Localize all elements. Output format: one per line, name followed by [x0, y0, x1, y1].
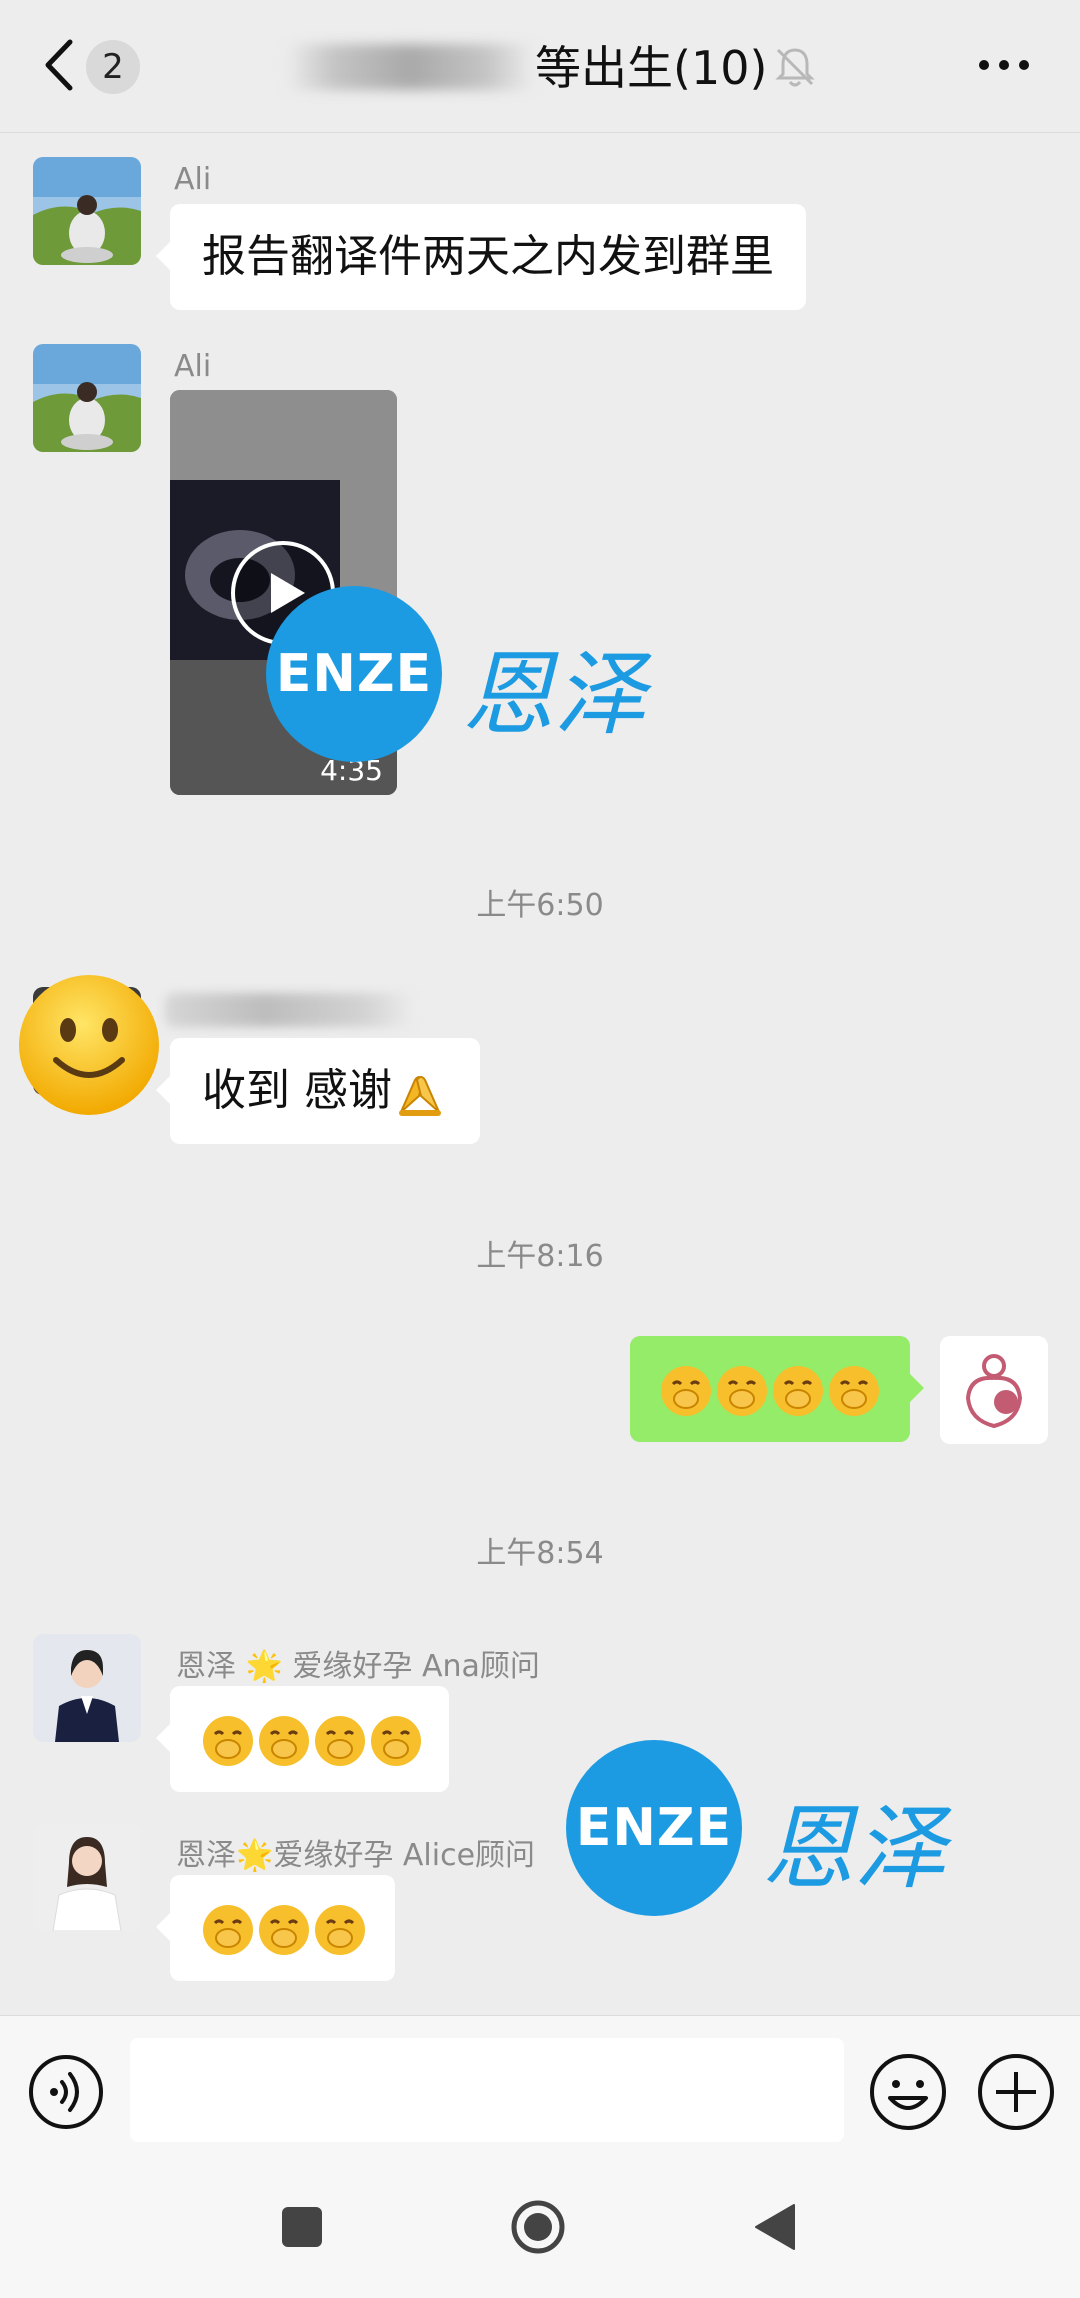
plus-icon[interactable]	[976, 2052, 1056, 2132]
redacted-sender-name	[165, 993, 415, 1027]
hush-emoji-icon	[259, 1716, 309, 1766]
avatar[interactable]	[33, 344, 141, 452]
recents-square-icon[interactable]	[280, 2205, 324, 2249]
enze-watermark: ENZE 恩泽	[566, 1740, 986, 1916]
more-dots-icon[interactable]	[974, 40, 1034, 90]
sender-name: 恩泽 🌟 爱缘好孕 Ana顾问	[176, 1649, 540, 1684]
sender-name: 恩泽🌟爱缘好孕 Alice顾问	[176, 1838, 536, 1873]
hush-emoji-icon	[315, 1905, 365, 1955]
enze-brand-text: 恩泽	[462, 641, 647, 748]
input-bar	[0, 2015, 1080, 2156]
system-nav-bar	[0, 2155, 1080, 2298]
enze-logo-circle: ENZE	[566, 1740, 742, 1916]
avatar-portrait	[33, 1823, 141, 1931]
avatar[interactable]	[33, 1634, 141, 1742]
hush-emoji-icon	[259, 1905, 309, 1955]
own-emoji-message[interactable]	[630, 1336, 924, 1442]
hush-emoji-icon	[661, 1366, 711, 1416]
hush-emoji-icon	[371, 1716, 421, 1766]
text-message[interactable]: 收到 感谢	[156, 1038, 480, 1144]
avatar-landscape	[33, 344, 141, 452]
unread-count-badge[interactable]: 2	[86, 40, 140, 94]
mother-baby-logo-icon	[965, 1354, 1023, 1429]
voice-icon[interactable]	[28, 2054, 104, 2130]
hush-emoji-icon	[717, 1366, 767, 1416]
own-avatar[interactable]	[940, 1336, 1048, 1444]
enze-watermark: ENZE 恩泽	[266, 586, 686, 762]
back-chevron-icon[interactable]	[36, 34, 86, 96]
avatar[interactable]	[33, 1823, 141, 1931]
chat-title: 等出生(10)	[535, 41, 768, 95]
enze-logo-circle: ENZE	[266, 586, 442, 762]
avatar-portrait	[33, 1634, 141, 1742]
hush-emoji-icon	[315, 1716, 365, 1766]
redacted-title-part	[285, 44, 535, 90]
sender-name: Ali	[174, 162, 212, 197]
hush-emoji-icon	[829, 1366, 879, 1416]
message-text: 收到 感谢	[202, 1065, 392, 1116]
message-input[interactable]	[130, 2038, 844, 2142]
emoji-message[interactable]	[156, 1686, 449, 1792]
smiley-face-icon	[19, 975, 159, 1115]
avatar-landscape	[33, 157, 141, 265]
sender-name: Ali	[174, 349, 212, 384]
emoji-message[interactable]	[156, 1875, 395, 1981]
avatar[interactable]	[33, 157, 141, 265]
timestamp: 上午8:16	[476, 1239, 604, 1274]
pray-emoji-icon	[399, 1076, 441, 1116]
back-triangle-icon[interactable]	[752, 2201, 798, 2253]
hush-emoji-icon	[203, 1905, 253, 1955]
timestamp: 上午6:50	[476, 888, 604, 923]
hush-emoji-icon	[773, 1366, 823, 1416]
hush-emoji-icon	[203, 1716, 253, 1766]
mute-bell-icon	[775, 48, 815, 87]
emoji-icon[interactable]	[868, 2052, 948, 2132]
enze-brand-text: 恩泽	[762, 1795, 947, 1902]
text-message[interactable]: 报告翻译件两天之内发到群里	[156, 204, 806, 310]
timestamp: 上午8:54	[476, 1536, 604, 1571]
home-circle-icon[interactable]	[510, 2199, 566, 2255]
chat-header: 2 等出生(10)	[0, 0, 1080, 133]
